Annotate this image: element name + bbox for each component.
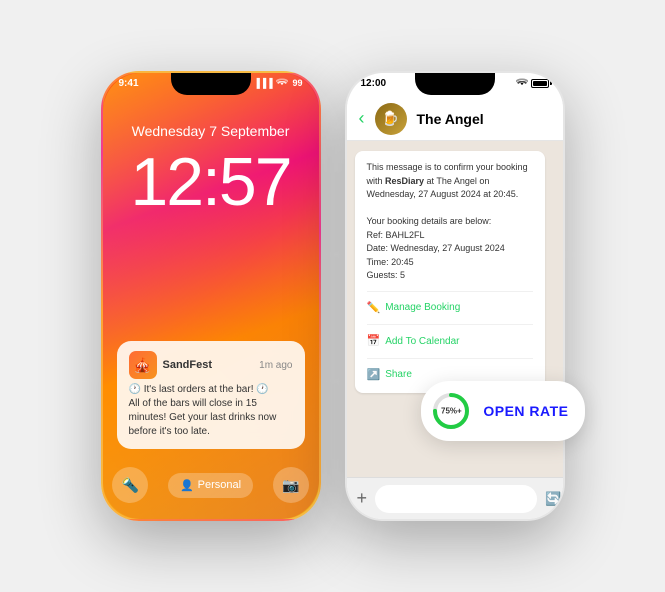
manage-icon: ✏️ <box>367 300 381 317</box>
message-text: This message is to confirm your booking … <box>367 161 533 283</box>
calendar-label: Add To Calendar <box>385 334 459 349</box>
donut-label: 75%+ <box>441 407 462 416</box>
action-share[interactable]: ↗️ Share <box>367 358 533 384</box>
notif-header: 🎪 SandFest 1m ago <box>129 351 293 379</box>
back-button[interactable]: ‹ <box>359 108 365 129</box>
avatar: 🍺 <box>375 103 407 135</box>
right-time-display: 12:00 <box>361 78 387 89</box>
chat-input-bar: + 🔄 📷 🎤 <box>347 477 563 519</box>
message-bubble: This message is to confirm your booking … <box>355 151 545 393</box>
notif-line2: All of the bars will close in 15 minutes… <box>129 397 293 439</box>
calendar-icon: 📅 <box>367 333 381 350</box>
battery-level: 99 <box>292 78 302 88</box>
right-status-icons <box>516 77 549 89</box>
notif-app-name: SandFest <box>163 359 213 371</box>
action-add-calendar[interactable]: 📅 Add To Calendar <box>367 324 533 350</box>
notif-time-ago: 1m ago <box>259 360 292 371</box>
app-container: 9:41 ▐▐▐ 99 Wednesday 7 September 12:57 <box>0 0 665 592</box>
personal-label: Personal <box>198 479 241 491</box>
personal-button[interactable]: 👤 Personal <box>168 473 253 498</box>
flashlight-button[interactable]: 🔦 <box>112 467 148 503</box>
input-action-icons: 🔄 📷 🎤 <box>545 491 564 507</box>
right-header: ‹ 🍺 The Angel <box>347 97 563 141</box>
action-manage-booking[interactable]: ✏️ Manage Booking <box>367 291 533 317</box>
left-clock: 12:57 <box>103 143 319 221</box>
right-wifi-icon <box>516 77 528 89</box>
left-phone: 9:41 ▐▐▐ 99 Wednesday 7 September 12:57 <box>101 71 321 521</box>
notif-app-icon: 🎪 <box>129 351 157 379</box>
notification-card[interactable]: 🎪 SandFest 1m ago 🕐 It's last orders at … <box>117 341 305 449</box>
left-bottom-bar: 🔦 👤 Personal 📷 <box>103 467 319 503</box>
right-status-bar: 12:00 <box>361 77 549 89</box>
message-input[interactable] <box>375 485 537 513</box>
notif-app-row: 🎪 SandFest <box>129 351 213 379</box>
add-attachment-button[interactable]: + <box>357 488 368 509</box>
notif-text: 🕐 It's last orders at the bar! 🕐 All of … <box>129 383 293 439</box>
open-rate-badge: 75%+ OPEN RATE <box>421 381 584 441</box>
resdiary-bold: ResDiary <box>385 176 424 186</box>
right-phone-wrapper: 12:00 ‹ 🍺 The <box>345 71 565 521</box>
camera-icon: 📷 <box>282 477 299 494</box>
open-rate-label: OPEN RATE <box>483 403 568 419</box>
person-icon: 👤 <box>180 479 194 492</box>
left-time-display: 9:41 <box>119 78 139 89</box>
wifi-icon <box>276 77 288 89</box>
contact-name: The Angel <box>417 111 484 127</box>
manage-label: Manage Booking <box>385 300 460 315</box>
signal-icon: ▐▐▐ <box>253 78 272 88</box>
left-date: Wednesday 7 September <box>103 123 319 139</box>
share-icon: ↗️ <box>367 367 381 384</box>
donut-chart: 75%+ <box>429 389 473 433</box>
left-status-icons: ▐▐▐ 99 <box>253 77 302 89</box>
sticker-icon[interactable]: 🔄 <box>545 491 561 507</box>
camera-button[interactable]: 📷 <box>273 467 309 503</box>
notif-line1: 🕐 It's last orders at the bar! 🕐 <box>129 383 293 397</box>
right-phone: 12:00 ‹ 🍺 The <box>345 71 565 521</box>
share-label: Share <box>385 367 412 382</box>
flashlight-icon: 🔦 <box>122 477 139 494</box>
notif-emoji: 🎪 <box>134 357 151 374</box>
left-status-bar: 9:41 ▐▐▐ 99 <box>119 77 303 89</box>
battery-icon <box>531 79 549 88</box>
